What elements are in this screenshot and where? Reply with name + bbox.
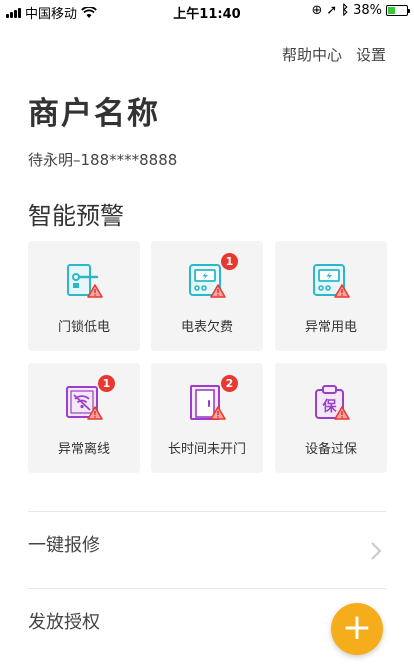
help-center-link[interactable]: 帮助中心 bbox=[282, 44, 342, 65]
status-right: ⊕ ➚ ᛒ 38% bbox=[311, 3, 410, 18]
battery-level bbox=[388, 7, 395, 14]
settings-link[interactable]: 设置 bbox=[356, 44, 386, 65]
alert-tile-door-lock[interactable]: 门锁低电 bbox=[28, 241, 140, 351]
divider bbox=[28, 588, 386, 589]
battery-icon bbox=[386, 5, 410, 16]
alert-tile-offline[interactable]: 1 异常离线 bbox=[28, 363, 140, 473]
alert-label: 异常用电 bbox=[304, 320, 357, 335]
alert-count-badge: 1 bbox=[98, 375, 115, 392]
add-button[interactable]: + bbox=[331, 603, 383, 655]
door-lock-low-battery-icon bbox=[67, 264, 103, 298]
battery-percent: 38% bbox=[353, 3, 382, 18]
divider bbox=[28, 511, 386, 512]
abnormal-power-icon bbox=[313, 264, 350, 298]
location-icon: ➚ bbox=[326, 3, 338, 18]
alert-label: 长时间未开门 bbox=[167, 442, 246, 457]
merchant-contact: 待永明–188****8888 bbox=[28, 151, 178, 169]
bluetooth-icon: ᛒ bbox=[341, 3, 350, 18]
door-not-opened-icon bbox=[190, 385, 226, 420]
warranty-expired-icon: 保 bbox=[315, 385, 350, 420]
merchant-name: 商户名称 bbox=[28, 96, 160, 132]
alert-tile-meter-arrears[interactable]: 1 电表欠费 bbox=[151, 241, 263, 351]
svg-text:保: 保 bbox=[322, 398, 338, 415]
alerts-title: 智能预警 bbox=[28, 202, 124, 230]
alerts-grid: 门锁低电 1 电表欠费 异常用电 1 异常离线 2 长时间未开门 保 设备过保 bbox=[28, 241, 387, 473]
alert-tile-warranty-expired[interactable]: 保 设备过保 bbox=[275, 363, 387, 473]
authorize-label: 发放授权 bbox=[28, 612, 100, 633]
rotation-lock-icon: ⊕ bbox=[311, 3, 323, 18]
meter-arrears-icon bbox=[189, 264, 226, 298]
alert-count-badge: 1 bbox=[221, 253, 238, 270]
alert-label: 异常离线 bbox=[57, 442, 110, 457]
alert-label: 设备过保 bbox=[304, 442, 357, 457]
repair-row[interactable]: 一键报修 bbox=[28, 531, 386, 571]
chevron-right-icon bbox=[371, 542, 382, 560]
alert-count-badge: 2 bbox=[221, 375, 238, 392]
status-bar: 中国移动 上午11:40 ⊕ ➚ ᛒ 38% bbox=[0, 0, 414, 22]
alert-tile-abnormal-power[interactable]: 异常用电 bbox=[275, 241, 387, 351]
top-links: 帮助中心 设置 bbox=[282, 44, 386, 65]
alert-label: 门锁低电 bbox=[57, 320, 110, 335]
alert-label: 电表欠费 bbox=[180, 320, 233, 335]
offline-icon bbox=[66, 386, 103, 420]
alert-tile-door-not-opened[interactable]: 2 长时间未开门 bbox=[151, 363, 263, 473]
repair-label: 一键报修 bbox=[28, 535, 100, 556]
